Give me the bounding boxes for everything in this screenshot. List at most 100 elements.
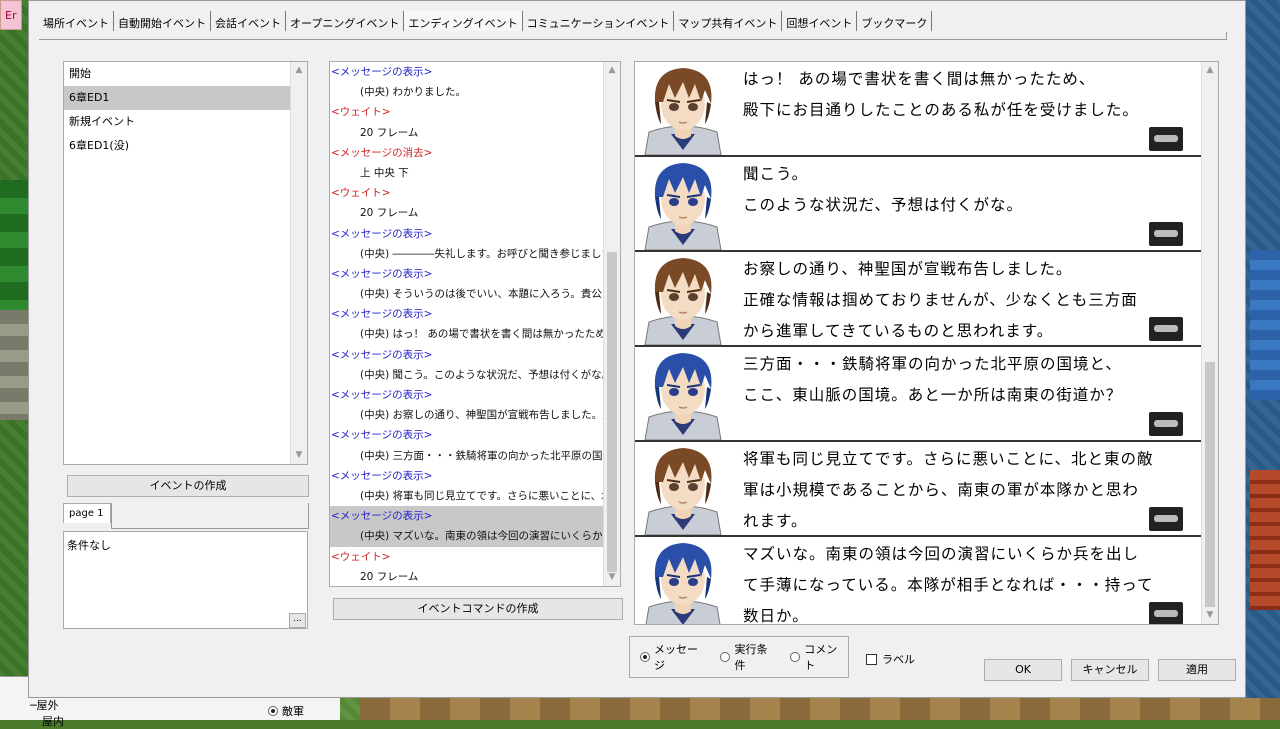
command-header[interactable]: <メッセージの消去> xyxy=(330,143,620,163)
command-header[interactable]: <ウェイト> xyxy=(330,547,620,567)
radio-option-0[interactable]: メッセージ xyxy=(640,641,708,673)
tab-0[interactable]: 場所イベント xyxy=(39,11,114,31)
radio-option-2[interactable]: コメント xyxy=(790,641,848,673)
scroll-down-icon[interactable]: ▼ xyxy=(291,447,307,464)
next-page-icon xyxy=(1149,412,1183,436)
event-list-scrollbar[interactable]: ▲ ▼ xyxy=(290,62,307,464)
preview-scrollbar[interactable]: ▲ ▼ xyxy=(1201,62,1218,624)
command-line[interactable]: 上 中央 下 xyxy=(330,163,620,183)
view-mode-radio-group: メッセージ 実行条件 コメント xyxy=(629,636,849,678)
command-line[interactable]: (中央) そういうのは後でいい、本題に入ろう。貴公は鉄 xyxy=(330,284,620,304)
background-window-tab[interactable]: Er xyxy=(0,0,22,30)
event-list-item[interactable]: 開始 xyxy=(64,62,307,86)
preview-message: お察しの通り、神聖国が宣戦布告しました。 正確な情報は掴めておりませんが、少なくと… xyxy=(635,252,1203,347)
radio-label: コメント xyxy=(804,643,838,672)
tab-3[interactable]: オープニングイベント xyxy=(286,11,405,31)
radio-circle-icon[interactable] xyxy=(790,652,801,662)
create-event-button[interactable]: イベントの作成 xyxy=(67,475,309,497)
label-checkbox[interactable]: ラベル xyxy=(866,651,915,667)
event-list[interactable]: 開始 6章ED1 新規イベント 6章ED1(没) ▲ ▼ xyxy=(63,61,308,465)
tree-item-outdoor[interactable]: ─屋外 xyxy=(30,697,59,713)
command-header[interactable]: <メッセージの表示> xyxy=(330,224,620,244)
command-header[interactable]: <メッセージの表示> xyxy=(330,304,620,324)
command-line[interactable]: (中央) 将軍も同じ見立てです。さらに悪いことに、北と東 xyxy=(330,486,620,506)
preview-text: 将軍も同じ見立てです。さらに悪いことに、北と東の敵 軍は小規模であることから、南東… xyxy=(743,444,1183,537)
scroll-down-icon[interactable]: ▼ xyxy=(1202,607,1218,624)
scroll-up-icon[interactable]: ▲ xyxy=(291,62,307,79)
command-line[interactable]: (中央) 三方面・・・鉄騎将軍の向かった北平原の国境 xyxy=(330,446,620,466)
tab-4[interactable]: エンディングイベント xyxy=(404,11,523,31)
tab-7[interactable]: 回想イベント xyxy=(782,11,858,31)
background-brick xyxy=(1250,470,1280,610)
preview-text: 三方面・・・鉄騎将軍の向かった北平原の国境と、 ここ、東山脈の国境。あと一か所は南… xyxy=(743,349,1183,411)
scroll-up-icon[interactable]: ▲ xyxy=(604,62,620,79)
scroll-thumb[interactable] xyxy=(1205,362,1215,607)
command-header[interactable]: <メッセージの表示> xyxy=(330,506,620,527)
command-line[interactable]: (中央) マズいな。南東の領は今回の演習にいくらか兵を xyxy=(330,526,620,547)
next-page-icon xyxy=(1149,507,1183,531)
command-line[interactable]: (中央) お察しの通り、神聖国が宣戦布告しました。正 xyxy=(330,405,620,425)
radio-circle-icon[interactable] xyxy=(640,652,650,662)
command-list-scrollbar[interactable]: ▲ ▼ xyxy=(603,62,620,586)
event-list-item[interactable]: 新規イベント xyxy=(64,110,307,134)
tab-6[interactable]: マップ共有イベント xyxy=(674,11,783,31)
radio-circle-icon xyxy=(268,706,278,716)
scroll-up-icon[interactable]: ▲ xyxy=(1202,62,1218,79)
command-line[interactable]: (中央) わかりました。 xyxy=(330,82,620,102)
tab-page-1[interactable]: page 1 xyxy=(63,503,111,523)
condition-box: 条件なし xyxy=(63,531,308,629)
command-header[interactable]: <メッセージの表示> xyxy=(330,345,620,365)
create-command-button[interactable]: イベントコマンドの作成 xyxy=(333,598,623,620)
preview-line: 数日か。 xyxy=(743,607,809,625)
event-editor-dialog: 場所イベント 自動開始イベント 会話イベント オープニングイベント エンディングイベント… xyxy=(28,0,1246,698)
preview-message: マズいな。南東の領は今回の演習にいくらか兵を出し て手薄になっている。本隊が相手と… xyxy=(635,537,1203,625)
preview-line: から進軍してきているものと思われます。 xyxy=(743,322,1054,340)
command-header[interactable]: <ウェイト> xyxy=(330,102,620,122)
command-header[interactable]: <メッセージの表示> xyxy=(330,466,620,486)
scroll-thumb[interactable] xyxy=(607,252,617,572)
tab-5[interactable]: コミュニケーションイベント xyxy=(523,11,675,31)
tab-2[interactable]: 会話イベント xyxy=(211,11,286,31)
preview-message: はっ！ あの場で書状を書く間は無かったため、殿下にお目通りしたことのある私が任を… xyxy=(635,62,1203,157)
event-list-item[interactable]: 6章ED1(没) xyxy=(64,134,307,158)
condition-edit-button[interactable]: ... xyxy=(289,613,306,628)
event-list-item[interactable]: 6章ED1 xyxy=(64,86,291,110)
preview-line: 聞こう。 xyxy=(743,165,809,183)
command-line[interactable]: (中央) ――――失礼します。お呼びと聞き参じました。陛 xyxy=(330,244,620,264)
command-line[interactable]: (中央) 聞こう。このような状況だ、予想は付くがな。 xyxy=(330,365,620,385)
next-page-icon xyxy=(1149,127,1183,151)
command-header[interactable]: <ウェイト> xyxy=(330,183,620,203)
preview-message: 三方面・・・鉄騎将軍の向かった北平原の国境と、 ここ、東山脈の国境。あと一か所は南… xyxy=(635,347,1203,442)
preview-line: はっ！ あの場で書状を書く間は無かったため、 xyxy=(743,70,1096,88)
tab-8[interactable]: ブックマーク xyxy=(857,11,933,31)
command-header[interactable]: <メッセージの表示> xyxy=(330,62,620,82)
tree-item-indoor[interactable]: 屋内 xyxy=(42,713,64,729)
command-line[interactable]: 20 フレーム xyxy=(330,567,620,586)
command-line[interactable]: 20 フレーム xyxy=(330,123,620,143)
character-portrait xyxy=(635,442,731,535)
command-line[interactable]: 20 フレーム xyxy=(330,203,620,223)
ok-button[interactable]: OK xyxy=(984,659,1062,681)
checkbox-icon[interactable] xyxy=(866,653,877,665)
tab-underline xyxy=(39,32,1227,40)
command-list[interactable]: <メッセージの表示> (中央) わかりました。 <ウェイト> 20 フレーム <メッセー… xyxy=(329,61,621,587)
next-page-icon xyxy=(1149,317,1183,341)
enemy-radio[interactable]: 敵軍 xyxy=(268,703,304,719)
scroll-down-icon[interactable]: ▼ xyxy=(604,569,620,586)
command-header[interactable]: <メッセージの表示> xyxy=(330,264,620,284)
command-header[interactable]: <メッセージの表示> xyxy=(330,385,620,405)
preview-line: 殿下にお目通りしたことのある私が任を受けました。 xyxy=(743,101,1139,119)
command-header[interactable]: <メッセージの表示> xyxy=(330,425,620,445)
command-line[interactable]: (中央) はっ！ あの場で書状を書く間は無かったため、殿 xyxy=(330,324,620,344)
enemy-radio-label: 敵軍 xyxy=(282,705,304,718)
apply-button[interactable]: 適用 xyxy=(1158,659,1236,681)
preview-line: れます。 xyxy=(743,512,808,530)
radio-option-1[interactable]: 実行条件 xyxy=(720,641,778,673)
preview-line: 将軍も同じ見立てです。さらに悪いことに、北と東の敵 xyxy=(743,450,1154,468)
tab-1[interactable]: 自動開始イベント xyxy=(114,11,211,31)
label-checkbox-text: ラベル xyxy=(882,653,915,666)
radio-circle-icon[interactable] xyxy=(720,652,731,662)
character-portrait xyxy=(635,252,731,345)
radio-label: 実行条件 xyxy=(734,643,768,672)
cancel-button[interactable]: キャンセル xyxy=(1071,659,1149,681)
